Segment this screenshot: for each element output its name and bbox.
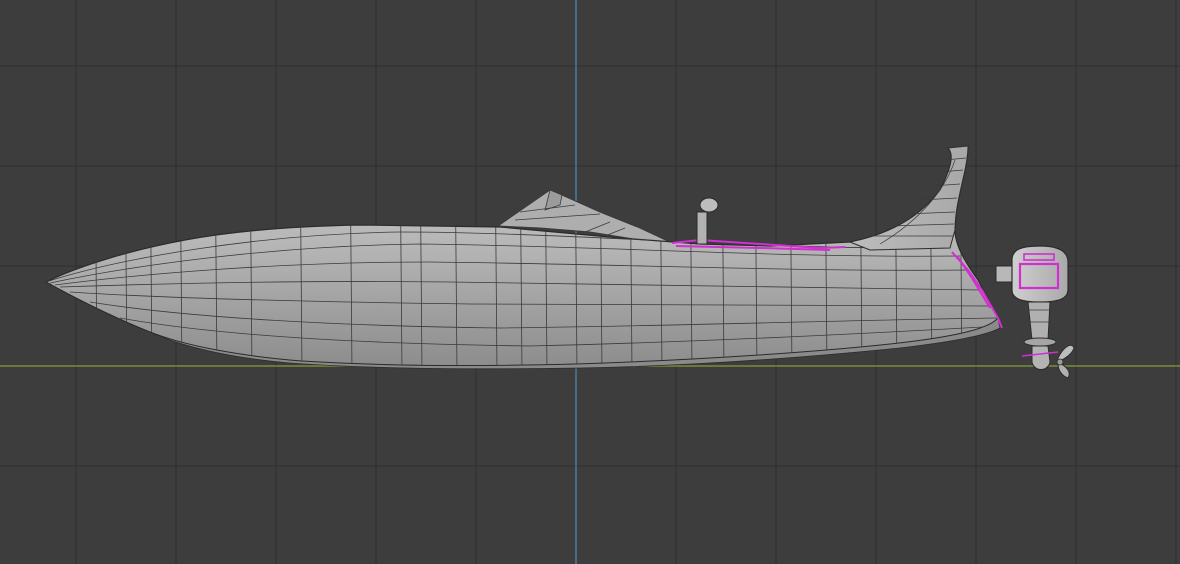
propeller[interactable] [1056,344,1075,379]
boat-mesh[interactable] [44,140,1075,379]
outboard-motor[interactable] [995,245,1069,370]
hull-rib-edge [94,146,98,366]
viewport-canvas[interactable] [0,0,1180,564]
3d-viewport[interactable] [0,0,1180,564]
mirror[interactable] [696,197,719,245]
